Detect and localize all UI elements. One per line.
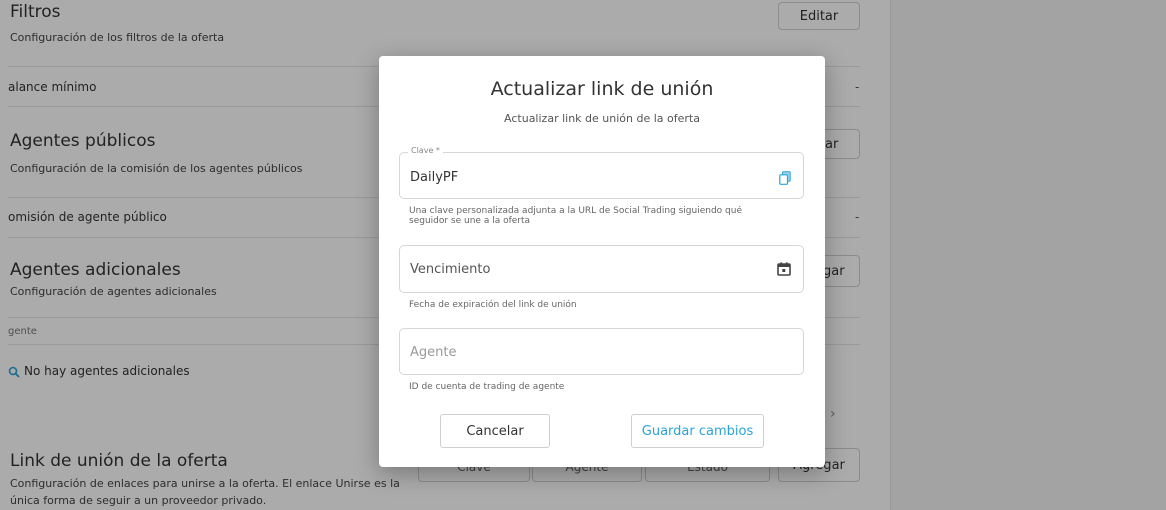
key-field[interactable]: Clave * DailyPF	[399, 146, 804, 199]
expiry-field-helper: Fecha de expiración del link de unión	[409, 300, 577, 310]
key-field-label: Clave *	[408, 146, 443, 155]
copy-icon[interactable]	[779, 171, 791, 185]
agent-field-helper: ID de cuenta de trading de agente	[409, 382, 565, 392]
agent-field[interactable]: Agente	[399, 328, 804, 375]
save-changes-button[interactable]: Guardar cambios	[631, 414, 764, 448]
calendar-icon[interactable]	[777, 262, 791, 276]
expiry-input[interactable]: Vencimiento	[410, 262, 490, 277]
expiry-field[interactable]: Vencimiento	[399, 245, 804, 293]
page: Filtros Configuración de los filtros de …	[0, 0, 1166, 510]
key-input[interactable]: DailyPF	[410, 170, 458, 185]
dialog-subtitle: Actualizar link de unión de la oferta	[504, 112, 700, 125]
agent-input[interactable]: Agente	[410, 345, 456, 360]
key-field-helper: Una clave personalizada adjunta a la URL…	[409, 206, 742, 226]
cancel-button[interactable]: Cancelar	[440, 414, 550, 448]
dialog-title: Actualizar link de unión	[490, 78, 714, 100]
update-join-link-dialog: Actualizar link de unión Actualizar link…	[379, 56, 825, 467]
